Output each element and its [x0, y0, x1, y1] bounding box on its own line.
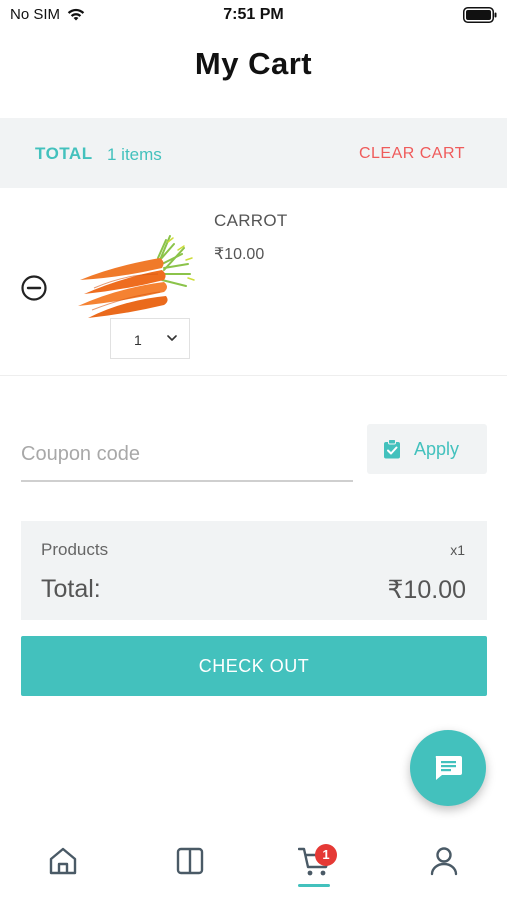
- total-label: TOTAL: [35, 144, 93, 163]
- product-name: CARROT: [214, 211, 288, 230]
- status-bar: No SIM 7:51 PM: [0, 0, 507, 30]
- apply-label: Apply: [414, 439, 460, 459]
- apply-coupon-button[interactable]: Apply: [367, 424, 487, 474]
- cart-badge: 1: [315, 844, 337, 866]
- items-count: 1 items: [107, 145, 162, 164]
- user-icon: [430, 847, 458, 876]
- total-amount: ₹10.00: [387, 576, 466, 604]
- chat-icon: [435, 756, 462, 780]
- chat-button[interactable]: [410, 730, 486, 806]
- products-count: x1: [450, 542, 465, 558]
- active-tab-indicator: [298, 884, 330, 887]
- nav-profile[interactable]: [414, 840, 474, 890]
- nav-home[interactable]: [33, 840, 93, 890]
- coupon-code-input[interactable]: [21, 425, 353, 482]
- status-time: 7:51 PM: [223, 6, 284, 23]
- products-label: Products: [41, 540, 109, 559]
- checkout-label: CHECK OUT: [198, 656, 310, 676]
- page-title: My Cart: [194, 46, 313, 81]
- quantity-select[interactable]: 1: [110, 318, 190, 359]
- order-summary: Products x1 Total: ₹10.00: [21, 521, 487, 620]
- carrot-bunch-image: [78, 235, 195, 318]
- total-text: Total:: [41, 575, 101, 603]
- nav-catalog[interactable]: [160, 840, 220, 890]
- bottom-navigation: 1: [0, 828, 507, 900]
- battery-icon: [463, 7, 497, 23]
- cart-total-bar: TOTAL 1 items CLEAR CART: [0, 118, 507, 188]
- book-panel-icon: [176, 847, 204, 875]
- checkout-button[interactable]: CHECK OUT: [21, 636, 487, 696]
- chevron-down-icon: [167, 335, 177, 341]
- clipboard-check-icon: [384, 439, 400, 459]
- clear-cart-button[interactable]: CLEAR CART: [359, 145, 465, 163]
- remove-item-icon[interactable]: [20, 274, 48, 302]
- cart-item: CARROT ₹10.00 1: [0, 188, 507, 376]
- nav-cart[interactable]: 1: [283, 840, 343, 890]
- quantity-value: 1: [134, 332, 142, 348]
- product-price: ₹10.00: [214, 246, 265, 263]
- home-icon: [49, 847, 77, 875]
